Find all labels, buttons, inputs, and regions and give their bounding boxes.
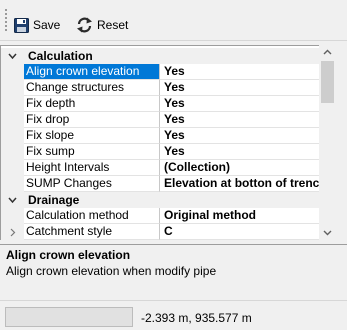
category-label: Drainage: [28, 193, 80, 207]
property-name[interactable]: Fix sump: [24, 144, 160, 160]
property-row-catchment-style[interactable]: Catchment style C: [1, 224, 336, 240]
status-bar: -2.393 m, 935.577 m: [0, 300, 347, 330]
property-name[interactable]: SUMP Changes: [24, 176, 160, 192]
property-value[interactable]: C: [160, 224, 336, 240]
coordinates-readout: -2.393 m, 935.577 m: [141, 311, 252, 325]
scroll-down-arrow-icon[interactable]: [323, 230, 332, 236]
category-toggle[interactable]: [1, 48, 24, 64]
property-name[interactable]: Calculation method: [24, 208, 160, 224]
description-panel: Align crown elevation Align crown elevat…: [0, 244, 347, 298]
property-value[interactable]: (Collection): [160, 160, 336, 176]
scrollbar-thumb[interactable]: [321, 61, 334, 103]
category-calculation[interactable]: Calculation: [1, 48, 336, 64]
description-text: Align crown elevation when modify pipe: [6, 264, 217, 278]
property-name[interactable]: Catchment style: [24, 224, 160, 240]
collapse-chevron-icon: [8, 53, 17, 60]
collapse-chevron-icon: [8, 197, 17, 204]
property-name[interactable]: Height Intervals: [24, 160, 160, 176]
property-name[interactable]: Fix depth: [24, 96, 160, 112]
property-value[interactable]: Elevation at botton of trenc: [160, 176, 336, 192]
toolbar-grip[interactable]: [5, 9, 7, 31]
category-drainage[interactable]: Drainage: [1, 192, 336, 208]
property-row-fix-slope[interactable]: Fix slope Yes: [1, 128, 336, 144]
category-toggle[interactable]: [1, 192, 24, 208]
save-label: Save: [33, 18, 61, 32]
toolbar-separator: [0, 40, 347, 41]
property-row-height-intervals[interactable]: Height Intervals (Collection): [1, 160, 336, 176]
property-row-calculation-method[interactable]: Calculation method Original method: [1, 208, 336, 224]
property-value[interactable]: Yes: [160, 144, 336, 160]
property-row-fix-sump[interactable]: Fix sump Yes: [1, 144, 336, 160]
property-value[interactable]: Original method: [160, 208, 336, 224]
status-panel: [5, 307, 133, 327]
property-grid: Calculation Align crown elevation Yes Ch…: [0, 45, 336, 240]
scroll-up-arrow-icon[interactable]: [323, 49, 332, 55]
property-row-sump-changes[interactable]: SUMP Changes Elevation at botton of tren…: [1, 176, 336, 192]
property-name[interactable]: Align crown elevation: [24, 64, 160, 80]
refresh-arrows-icon: [76, 17, 93, 33]
description-title: Align crown elevation: [6, 248, 131, 262]
expand-chevron-icon: [10, 228, 16, 237]
save-button[interactable]: Save: [14, 15, 60, 35]
property-value[interactable]: Yes: [160, 112, 336, 128]
vertical-scrollbar[interactable]: [319, 45, 336, 240]
property-value: Yes: [164, 64, 185, 78]
property-name[interactable]: Change structures: [24, 80, 160, 96]
reset-label: Reset: [97, 18, 129, 32]
toolbar: Save Reset: [0, 0, 347, 40]
property-value-dropdown[interactable]: Yes: [160, 64, 336, 80]
property-row-fix-drop[interactable]: Fix drop Yes: [1, 112, 336, 128]
category-label: Calculation: [28, 49, 93, 63]
property-value[interactable]: Yes: [160, 80, 336, 96]
reset-button[interactable]: Reset: [76, 15, 128, 35]
expand-toggle[interactable]: [1, 224, 24, 240]
property-name[interactable]: Fix drop: [24, 112, 160, 128]
property-value[interactable]: Yes: [160, 128, 336, 144]
floppy-disk-icon: [14, 17, 29, 33]
property-row-change-structures[interactable]: Change structures Yes: [1, 80, 336, 96]
property-row-align-crown-elevation[interactable]: Align crown elevation Yes: [1, 64, 336, 80]
property-value[interactable]: Yes: [160, 96, 336, 112]
property-name[interactable]: Fix slope: [24, 128, 160, 144]
property-row-fix-depth[interactable]: Fix depth Yes: [1, 96, 336, 112]
